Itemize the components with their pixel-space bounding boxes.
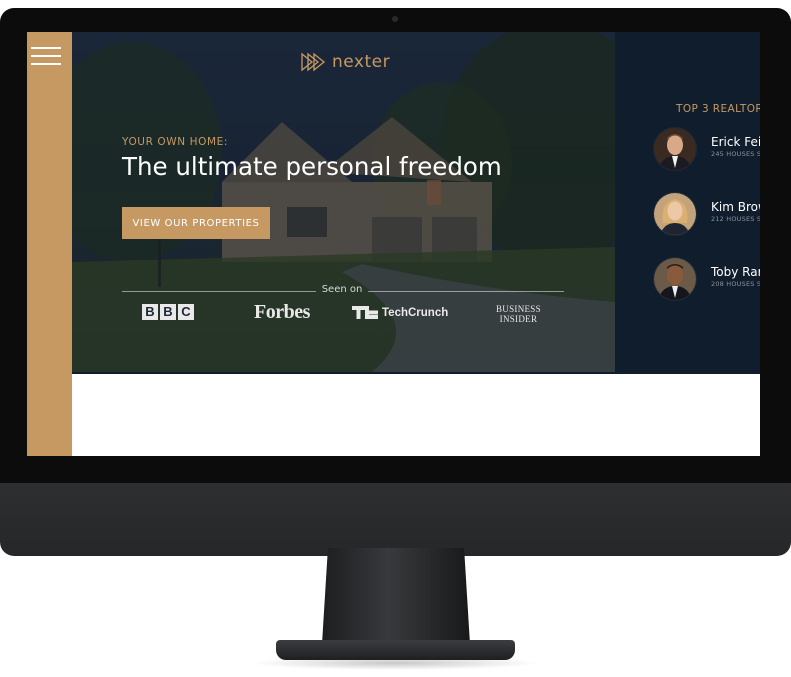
realtor-name: Erick Fein bbox=[711, 135, 760, 149]
techcrunch-text: TechCrunch bbox=[382, 306, 449, 319]
realtor-photo bbox=[654, 128, 696, 170]
realtor-card[interactable]: Toby Ram 208 HOUSES SO bbox=[654, 258, 760, 304]
realtor-card[interactable]: Erick Fein 245 HOUSES SO bbox=[654, 128, 760, 174]
business-insider-line2: INSIDER bbox=[499, 314, 538, 324]
monitor-chin bbox=[0, 483, 791, 556]
monitor-base bbox=[276, 640, 515, 660]
menu-line bbox=[31, 55, 61, 57]
menu-line bbox=[31, 63, 61, 65]
view-properties-button[interactable]: VIEW OUR PROPERTIES bbox=[122, 207, 270, 239]
menu-line bbox=[31, 47, 61, 49]
logo-text: nexter bbox=[332, 52, 391, 72]
realtor-card[interactable]: Kim Brow 212 HOUSES SO bbox=[654, 193, 760, 239]
hamburger-menu-icon[interactable] bbox=[31, 44, 63, 68]
avatar bbox=[654, 128, 696, 170]
realtors-heading: TOP 3 REALTORS bbox=[676, 103, 760, 115]
bbc-letter: B bbox=[142, 304, 158, 320]
hero-section: nexter YOUR OWN HOME: The ultimate perso… bbox=[72, 32, 615, 372]
realtor-photo bbox=[654, 193, 696, 235]
business-insider-line1: BUSINESS bbox=[496, 304, 541, 314]
sidebar bbox=[27, 32, 72, 456]
realtor-name: Kim Brow bbox=[711, 200, 760, 214]
webcam bbox=[392, 16, 398, 22]
realtors-panel: TOP 3 REALTORS Erick Fein 245 HOUSES SO bbox=[615, 32, 760, 372]
bbc-logo: B B C bbox=[142, 304, 194, 320]
monitor-frame: nexter YOUR OWN HOME: The ultimate perso… bbox=[0, 8, 791, 556]
techcrunch-logo: TechCrunch bbox=[352, 306, 448, 319]
techcrunch-icon bbox=[352, 306, 378, 319]
realtor-houses-sold: 212 HOUSES SO bbox=[711, 215, 760, 223]
avatar bbox=[654, 193, 696, 235]
brand-logo[interactable]: nexter bbox=[300, 52, 390, 72]
business-insider-logo: BUSINESS INSIDER bbox=[496, 304, 541, 324]
hero-subtitle: YOUR OWN HOME: bbox=[122, 136, 229, 148]
hero-title: The ultimate personal freedom bbox=[122, 152, 502, 181]
realtor-houses-sold: 245 HOUSES SO bbox=[711, 150, 760, 158]
forbes-logo: Forbes bbox=[254, 301, 310, 323]
seen-on-divider-right bbox=[368, 291, 564, 292]
seen-on-divider-left bbox=[122, 291, 316, 292]
bbc-letter: C bbox=[178, 304, 194, 320]
realtor-houses-sold: 208 HOUSES SO bbox=[711, 280, 760, 288]
seen-on-label: Seen on bbox=[321, 284, 363, 295]
realtor-photo bbox=[654, 258, 696, 300]
monitor-stand bbox=[322, 548, 470, 644]
screen: nexter YOUR OWN HOME: The ultimate perso… bbox=[27, 32, 760, 456]
avatar bbox=[654, 258, 696, 300]
logo-icon bbox=[301, 52, 326, 72]
bbc-letter: B bbox=[160, 304, 176, 320]
realtor-name: Toby Ram bbox=[711, 265, 760, 279]
hero-divider bbox=[72, 372, 760, 374]
